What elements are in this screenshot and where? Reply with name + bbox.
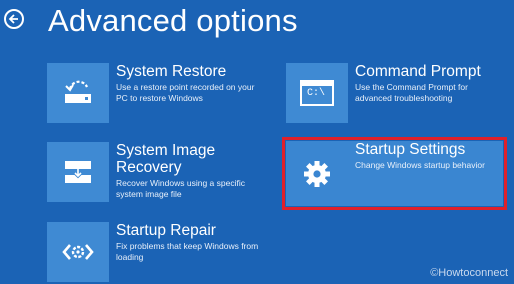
system-image-recovery-desc: Recover Windows using a specific system … xyxy=(116,178,245,199)
startup-repair-icon xyxy=(62,244,94,260)
startup-repair-tile[interactable]: Startup Repair Fix problems that keep Wi… xyxy=(47,222,262,282)
startup-settings-icon-box xyxy=(286,141,348,206)
command-prompt-title: Command Prompt xyxy=(355,63,481,80)
command-prompt-tile[interactable]: C:\ Command Prompt Use the Command Promp… xyxy=(286,63,504,123)
back-button[interactable] xyxy=(4,9,24,29)
command-prompt-icon: C:\ xyxy=(300,80,334,106)
system-image-recovery-tile[interactable]: System Image Recovery Recover Windows us… xyxy=(47,142,262,202)
system-restore-tile[interactable]: System Restore Use a restore point recor… xyxy=(47,63,262,123)
command-prompt-icon-box: C:\ xyxy=(286,63,348,123)
system-image-icon-box xyxy=(47,142,109,202)
system-image-recovery-title: System Image Recovery xyxy=(116,142,216,176)
gear-icon xyxy=(304,160,330,187)
page-title: Advanced options xyxy=(48,3,298,38)
startup-settings-title: Startup Settings xyxy=(355,141,466,158)
startup-repair-desc: Fix problems that keep Windows from load… xyxy=(116,241,259,262)
system-restore-icon-box xyxy=(47,63,109,123)
watermark: ©Howtoconnect xyxy=(430,267,508,279)
startup-settings-tile[interactable]: Startup Settings Change Windows startup … xyxy=(286,141,503,206)
command-prompt-desc: Use the Command Prompt for advanced trou… xyxy=(355,82,468,103)
startup-repair-icon-box xyxy=(47,222,109,282)
command-prompt-icon-text: C:\ xyxy=(307,88,326,99)
startup-repair-title: Startup Repair xyxy=(116,222,216,239)
startup-settings-desc: Change Windows startup behavior xyxy=(355,160,485,170)
system-restore-icon xyxy=(65,80,91,103)
system-image-icon xyxy=(65,161,91,183)
back-arrow-icon xyxy=(8,14,18,24)
system-restore-desc: Use a restore point recorded on your PC … xyxy=(116,82,255,103)
system-restore-title: System Restore xyxy=(116,63,227,80)
